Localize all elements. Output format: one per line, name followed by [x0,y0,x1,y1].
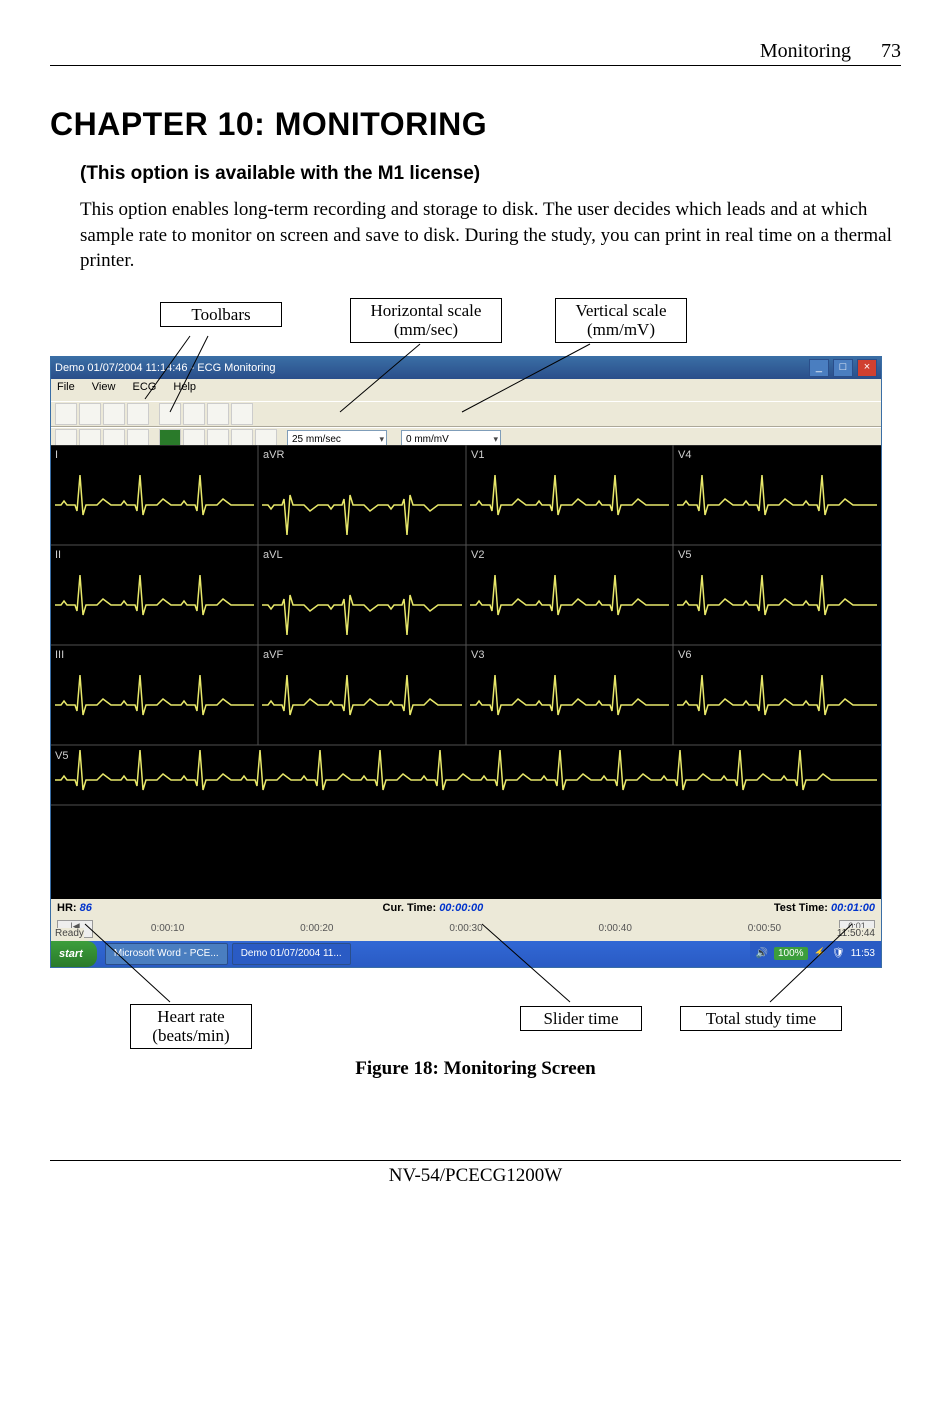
callout-toolbars-label: Toolbars [191,305,250,324]
start-label: start [59,948,83,960]
cur-time-label: Cur. Time: [383,902,437,914]
taskbar-item-label: Demo 01/07/2004 11... [241,948,342,959]
ecg-display-area: I aVR V1 V4 II aVL V2 V5 III aVF V3 V6 V… [51,445,881,895]
ecg-waveforms [51,445,881,895]
lead-label: V6 [678,649,691,661]
cur-time-readout: Cur. Time: 00:00:00 [383,902,484,914]
lead-label: aVF [263,649,283,661]
tray-clock: 11:53 [851,948,875,959]
lead-label: V2 [471,549,484,561]
tb-btn[interactable] [55,403,77,425]
callout-total-label: Total study time [706,1009,816,1028]
callout-slider-time: Slider time [520,1006,642,1032]
menu-help[interactable]: Help [173,381,196,393]
status-clock: 11:50:44 [837,928,875,939]
test-time-label: Test Time: [774,902,828,914]
lead-label: aVL [263,549,283,561]
toolbar-1 [51,401,881,427]
taskbar: start Microsoft Word - PCE... Demo 01/07… [51,941,881,967]
lead-label: V3 [471,649,484,661]
tb-btn[interactable] [103,403,125,425]
lead-label: V4 [678,449,691,461]
callout-hscale-l2: (mm/sec) [394,320,458,339]
tray-icon[interactable]: 🔊 [756,948,768,959]
callout-vertical-scale: Vertical scale (mm/mV) [555,298,687,343]
body-paragraph: This option enables long-term recording … [80,197,901,274]
slider-tick: 0:00:50 [690,923,839,934]
figure-wrap: Toolbars Horizontal scale (mm/sec) Verti… [50,294,901,1080]
window-title: Demo 01/07/2004 11:14:46 - ECG Monitorin… [55,362,276,374]
cur-time-value: 00:00:00 [439,902,483,914]
titlebar: Demo 01/07/2004 11:14:46 - ECG Monitorin… [51,357,881,379]
menubar: File View ECG Help [51,379,881,401]
start-button[interactable]: start [51,941,97,967]
taskbar-item[interactable]: Demo 01/07/2004 11... [232,943,351,965]
callout-heart-rate: Heart rate (beats/min) [130,1004,252,1049]
page-footer: NV-54/PCECG1200W [50,1160,901,1187]
ecg-app-window: Demo 01/07/2004 11:14:46 - ECG Monitorin… [50,356,882,968]
header-section: Monitoring [760,40,851,63]
slider-tick: 0:00:10 [93,923,242,934]
lead-label: V1 [471,449,484,461]
taskbar-item-label: Microsoft Word - PCE... [114,948,219,959]
callout-hr-l2: (beats/min) [152,1026,229,1045]
callout-hscale-l1: Horizontal scale [371,301,482,320]
figure-caption: Figure 18: Monitoring Screen [50,1058,901,1080]
callout-vscale-l1: Vertical scale [575,301,666,320]
window-buttons: _ □ × [808,359,877,377]
callout-toolbars: Toolbars [160,302,282,328]
tb-btn[interactable] [159,403,181,425]
battery-percent: 100% [774,947,808,960]
subtitle: (This option is available with the M1 li… [80,163,901,185]
hr-readout: HR: 86 [57,902,92,914]
slider-tick: 0:00:20 [242,923,391,934]
lead-label: V5 [678,549,691,561]
hr-value: 86 [80,902,92,914]
chapter-title: CHAPTER 10: MONITORING [50,106,901,143]
tb-btn[interactable] [231,403,253,425]
slider-tick: 0:00:40 [541,923,690,934]
page-header: Monitoring 73 [50,40,901,66]
callout-total-study-time: Total study time [680,1006,842,1032]
tray-icon[interactable]: 🛡 [832,948,845,959]
tb-btn[interactable] [183,403,205,425]
callout-horizontal-scale: Horizontal scale (mm/sec) [350,298,502,343]
tb-btn[interactable] [127,403,149,425]
tb-btn[interactable] [79,403,101,425]
callout-vscale-l2: (mm/mV) [587,320,655,339]
close-button[interactable]: × [857,359,877,377]
lead-label: II [55,549,61,561]
hscale-value: 25 mm/sec [292,434,341,445]
tray-icon[interactable]: ⚡ [814,948,826,959]
menu-ecg[interactable]: ECG [133,381,157,393]
lead-label: V5 [55,750,68,762]
vscale-value: 0 mm/mV [406,434,449,445]
header-page-number: 73 [881,40,901,63]
hr-label: HR: [57,902,77,914]
status-ready: Ready [55,928,84,939]
minimize-button[interactable]: _ [809,359,829,377]
system-tray: 🔊 100% ⚡ 🛡 11:53 [750,941,881,967]
lead-label: I [55,449,58,461]
time-slider[interactable]: |◀ 0:00:10 0:00:20 0:00:30 0:00:40 0:00:… [51,917,881,941]
maximize-button[interactable]: □ [833,359,853,377]
menu-file[interactable]: File [57,381,75,393]
callout-slider-label: Slider time [543,1009,618,1028]
test-time-readout: Test Time: 00:01:00 [774,902,875,914]
slider-tick: 0:00:30 [391,923,540,934]
lead-label: aVR [263,449,284,461]
test-time-value: 00:01:00 [831,902,875,914]
menu-view[interactable]: View [92,381,116,393]
lead-label: III [55,649,64,661]
taskbar-item[interactable]: Microsoft Word - PCE... [105,943,228,965]
callout-hr-l1: Heart rate [157,1007,224,1026]
tb-btn[interactable] [207,403,229,425]
status-strip: HR: 86 Cur. Time: 00:00:00 Test Time: 00… [51,899,881,917]
